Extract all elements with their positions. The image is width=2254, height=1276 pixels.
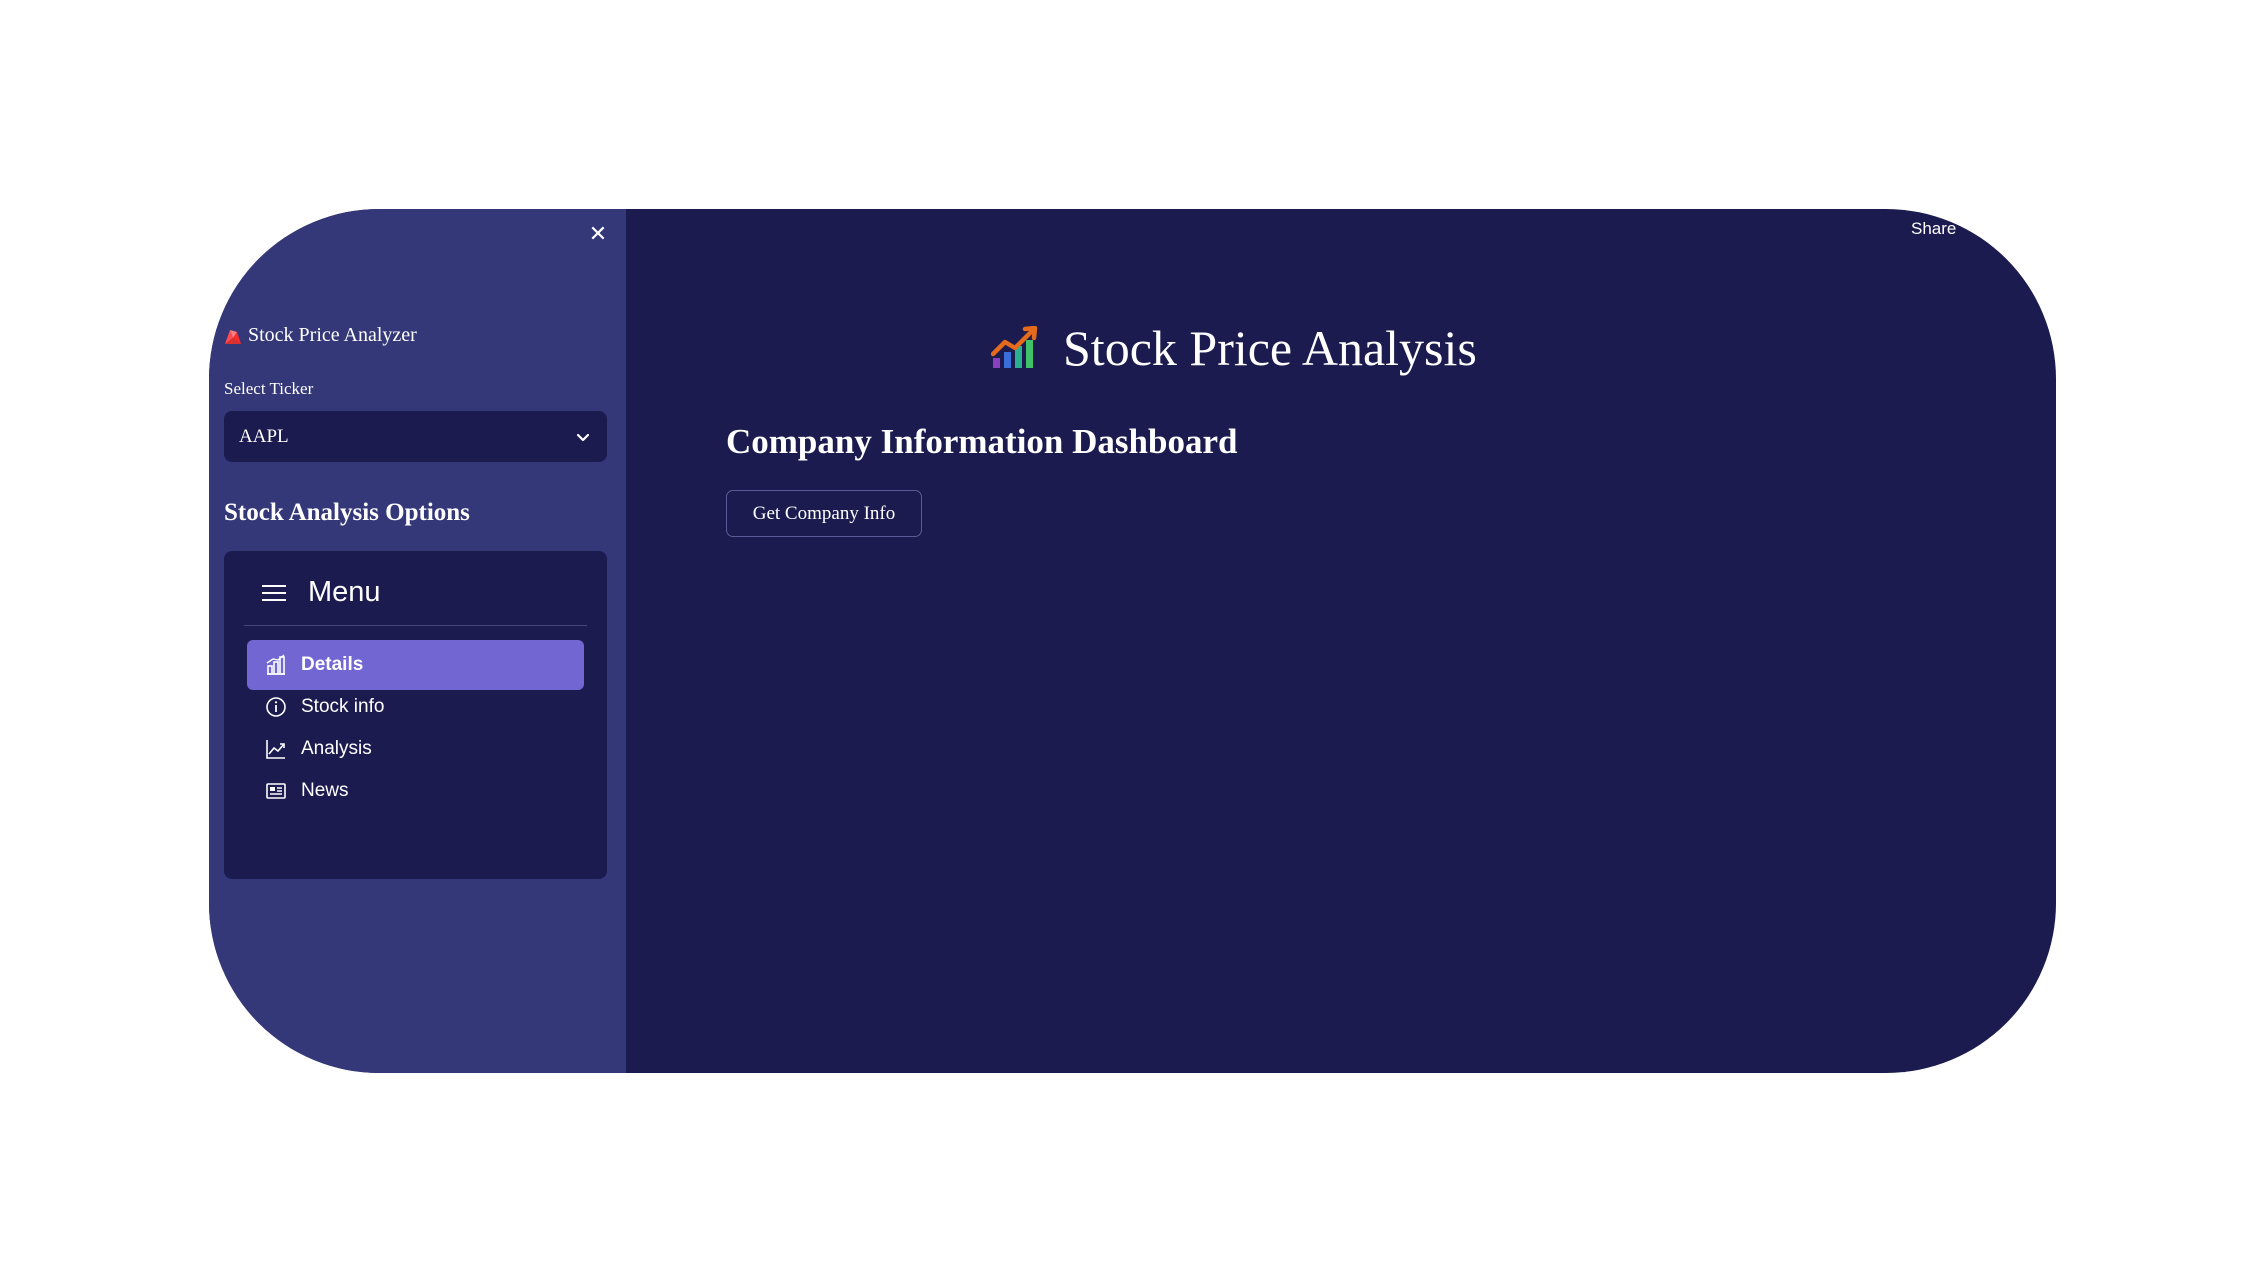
sidebar: ✕ Stock Price Analyzer Select Ticker AAP… [209,209,626,1073]
ticker-selected-value: AAPL [239,425,289,447]
menu-item-label: News [301,780,349,801]
close-sidebar-button[interactable]: ✕ [584,221,612,249]
menu-item-label: Stock info [301,696,385,717]
ticker-select[interactable]: AAPL [224,411,607,462]
share-icon[interactable] [1984,222,1998,236]
options-heading: Stock Analysis Options [224,499,470,526]
menu-header: Menu [262,576,381,609]
sidebar-brand: Stock Price Analyzer [224,324,417,347]
newspaper-icon [266,783,286,799]
page-title: Stock Price Analysis [991,319,1477,377]
sidebar-app-title: Stock Price Analyzer [248,324,417,346]
menu-item-label: Details [301,654,364,675]
menu-divider [244,625,587,626]
menu-item-label: Analysis [301,738,372,759]
option-menu: Menu Details Stock info Analysis News [224,551,607,879]
menu-title: Menu [308,576,381,608]
info-circle-icon [266,697,286,717]
get-company-info-button[interactable]: Get Company Info [726,490,922,537]
line-chart-icon [266,740,285,759]
chart-increasing-icon [991,326,1038,368]
hamburger-icon [262,584,286,601]
app-window: ✕ Stock Price Analyzer Select Ticker AAP… [209,209,2056,1073]
chevron-down-icon [576,433,590,441]
share-button[interactable]: Share [1911,219,1956,239]
streamlit-logo-icon [225,329,241,344]
building-chart-icon [266,654,285,675]
menu-item-news[interactable]: News [247,766,584,816]
page-title-text: Stock Price Analysis [1063,320,1477,376]
ticker-label: Select Ticker [224,379,314,398]
section-heading: Company Information Dashboard [726,422,1238,461]
